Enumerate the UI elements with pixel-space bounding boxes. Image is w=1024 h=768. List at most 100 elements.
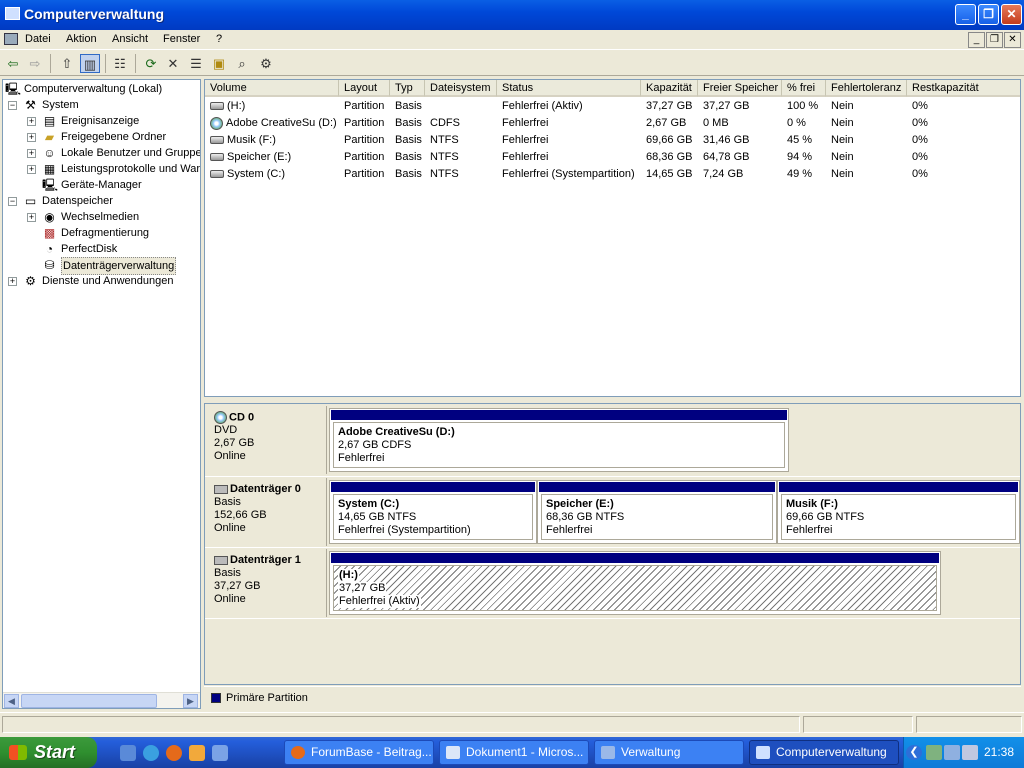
expand-icon[interactable]: + <box>8 277 17 286</box>
volume-name-cell[interactable]: Speicher (E:) <box>205 149 339 166</box>
tree-item-defrag[interactable]: ▩ Defragmentierung <box>5 225 200 241</box>
col-typ[interactable]: Typ <box>390 80 425 97</box>
table-cell: Partition <box>344 168 385 180</box>
partition-d[interactable]: Adobe CreativeSu (D:) 2,67 GB CDFS Fehle… <box>329 408 789 472</box>
disk-graphical-view[interactable]: CD 0 DVD 2,67 GB Online Adobe CreativeSu… <box>204 403 1021 685</box>
show-tree-icon[interactable]: ▥ <box>80 54 100 73</box>
properties2-icon[interactable]: ☰ <box>186 54 206 73</box>
table-cell: Fehlerfrei (Systempartition) <box>502 168 635 180</box>
col-fehlertoleranz[interactable]: Fehlertoleranz <box>826 80 907 97</box>
col-layout[interactable]: Layout <box>339 80 390 97</box>
tray-app-icon[interactable] <box>944 745 960 760</box>
table-cell: 0% <box>912 117 928 129</box>
mdi-restore-button[interactable]: ❐ <box>986 32 1003 48</box>
tree-item-disk-management[interactable]: ⛁ Datenträgerverwaltung <box>5 257 200 275</box>
quicklaunch-app-icon[interactable] <box>189 745 205 761</box>
mdi-close-button[interactable]: ✕ <box>1004 32 1021 48</box>
up-folder-icon[interactable]: ⇧ <box>57 54 77 73</box>
volume-name-cell[interactable]: Musik (F:) <box>205 132 339 149</box>
expand-icon[interactable]: + <box>27 165 36 174</box>
quicklaunch-settings-icon[interactable] <box>120 745 136 761</box>
partition-h[interactable]: (H:) 37,27 GB Fehlerfrei (Aktiv) <box>329 551 941 615</box>
properties-icon[interactable]: ☷ <box>110 54 130 73</box>
partition-c[interactable]: System (C:) 14,65 GB NTFS Fehlerfrei (Sy… <box>329 480 537 544</box>
title-bar[interactable]: Computerverwaltung _ ❐ ✕ <box>0 0 1024 30</box>
tree-item-performance-logs[interactable]: + ▦ Leistungsprotokolle und Warnungen <box>5 161 200 177</box>
col-status[interactable]: Status <box>497 80 641 97</box>
task-word-document[interactable]: Dokument1 - Micros... <box>439 740 589 765</box>
toolbar: ⇦ ⇨ ⇧ ▥ ☷ ⟳ ✕ ☰ ▣ ⌕ ⚙ <box>0 51 1024 76</box>
disk-label-cd0[interactable]: CD 0 DVD 2,67 GB Online <box>207 406 327 474</box>
volume-name-cell[interactable]: (H:) <box>205 98 339 115</box>
app-menu-icon[interactable] <box>4 33 18 45</box>
partition-e[interactable]: Speicher (E:) 68,36 GB NTFS Fehlerfrei <box>537 480 777 544</box>
collapse-icon[interactable]: − <box>8 101 17 110</box>
mdi-minimize-button[interactable]: _ <box>968 32 985 48</box>
task-forumbase[interactable]: ForumBase - Beitrag... <box>284 740 434 765</box>
menu-datei[interactable]: Datei <box>25 33 51 45</box>
tree-item-local-users[interactable]: + ☺ Lokale Benutzer und Gruppen <box>5 145 200 161</box>
tree-item-device-manager[interactable]: 🖳 Geräte-Manager <box>5 177 200 193</box>
task-verwaltung[interactable]: Verwaltung <box>594 740 744 765</box>
menu-fenster[interactable]: Fenster <box>163 33 200 45</box>
table-cell: Partition <box>344 100 385 112</box>
open-icon[interactable]: ▣ <box>209 54 229 73</box>
volume-list[interactable]: Volume Layout Typ Dateisystem Status Kap… <box>204 79 1021 397</box>
search-icon[interactable]: ⌕ <box>232 54 252 73</box>
tree-item-services[interactable]: + ⚙ Dienste und Anwendungen <box>5 273 200 289</box>
expand-icon[interactable]: + <box>27 213 36 222</box>
table-cell: 100 % <box>787 100 819 112</box>
col-freier-speicher[interactable]: Freier Speicher <box>698 80 782 97</box>
tree-root[interactable]: 🖳 Computerverwaltung (Lokal) <box>5 81 200 97</box>
disk-label-disk0[interactable]: Datenträger 0 Basis 152,66 GB Online <box>207 478 327 546</box>
menu-ansicht[interactable]: Ansicht <box>112 33 148 45</box>
col-dateisystem[interactable]: Dateisystem <box>425 80 497 97</box>
tree-item-ereignisanzeige[interactable]: + ▤ Ereignisanzeige <box>5 113 200 129</box>
restore-button[interactable]: ❐ <box>978 4 999 25</box>
volume-name-cell[interactable]: Adobe CreativeSu (D:) <box>205 115 339 132</box>
menu-help[interactable]: ? <box>216 33 222 45</box>
col-volume[interactable]: Volume <box>205 80 339 97</box>
menu-aktion[interactable]: Aktion <box>66 33 97 45</box>
col-kapazitaet[interactable]: Kapazität <box>641 80 698 97</box>
start-button[interactable]: Start <box>0 737 97 768</box>
col-prozent-frei[interactable]: % frei <box>782 80 826 97</box>
network-icon[interactable] <box>926 745 942 760</box>
tree-item-storage[interactable]: − ▭ Datenspeicher <box>5 193 200 209</box>
refresh-icon[interactable]: ⟳ <box>141 54 161 73</box>
settings-icon[interactable]: ⚙ <box>256 54 276 73</box>
console-tree[interactable]: 🖳 Computerverwaltung (Lokal) − ⚒ System … <box>2 79 201 709</box>
scroll-left-icon[interactable]: ◀ <box>4 694 19 708</box>
task-computerverwaltung[interactable]: Computerverwaltung <box>749 740 899 765</box>
volume-name-cell[interactable]: System (C:) <box>205 166 339 183</box>
expand-icon[interactable]: + <box>27 117 36 126</box>
close-button[interactable]: ✕ <box>1001 4 1022 25</box>
scroll-right-icon[interactable]: ▶ <box>183 694 198 708</box>
internet-explorer-icon[interactable] <box>143 745 159 761</box>
tray-display-icon[interactable] <box>962 745 978 760</box>
system-tools-icon: ⚒ <box>25 98 36 112</box>
tree-horizontal-scrollbar[interactable]: ◀ ▶ <box>3 692 200 708</box>
performance-icon: ▦ <box>43 162 56 176</box>
minimize-button[interactable]: _ <box>955 4 976 25</box>
clock[interactable]: 21:38 <box>984 745 1014 759</box>
disk-label-disk1[interactable]: Datenträger 1 Basis 37,27 GB Online <box>207 549 327 617</box>
removable-media-icon: ◉ <box>44 210 55 224</box>
expand-icon[interactable]: + <box>27 133 36 142</box>
tree-item-shared-folders[interactable]: + ▰ Freigegebene Ordner <box>5 129 200 145</box>
firefox-icon[interactable] <box>166 745 182 761</box>
tree-item-system[interactable]: − ⚒ System <box>5 97 200 113</box>
status-panel-3 <box>916 716 1022 733</box>
quicklaunch-desktop-icon[interactable] <box>212 745 228 761</box>
expand-icon[interactable]: + <box>27 149 36 158</box>
partition-f[interactable]: Musik (F:) 69,66 GB NTFS Fehlerfrei <box>777 480 1020 544</box>
col-restkapazitaet[interactable]: Restkapazität <box>907 80 1020 97</box>
show-hidden-icons-icon[interactable]: ❮ <box>906 745 922 760</box>
delete-icon[interactable]: ✕ <box>163 54 183 73</box>
tree-item-perfectdisk[interactable]: ◔ PerfectDisk <box>5 241 200 257</box>
scroll-thumb[interactable] <box>21 694 157 708</box>
back-icon[interactable]: ⇦ <box>3 54 23 73</box>
tree-item-removable-media[interactable]: + ◉ Wechselmedien <box>5 209 200 225</box>
collapse-icon[interactable]: − <box>8 197 17 206</box>
forward-icon[interactable]: ⇨ <box>25 54 45 73</box>
